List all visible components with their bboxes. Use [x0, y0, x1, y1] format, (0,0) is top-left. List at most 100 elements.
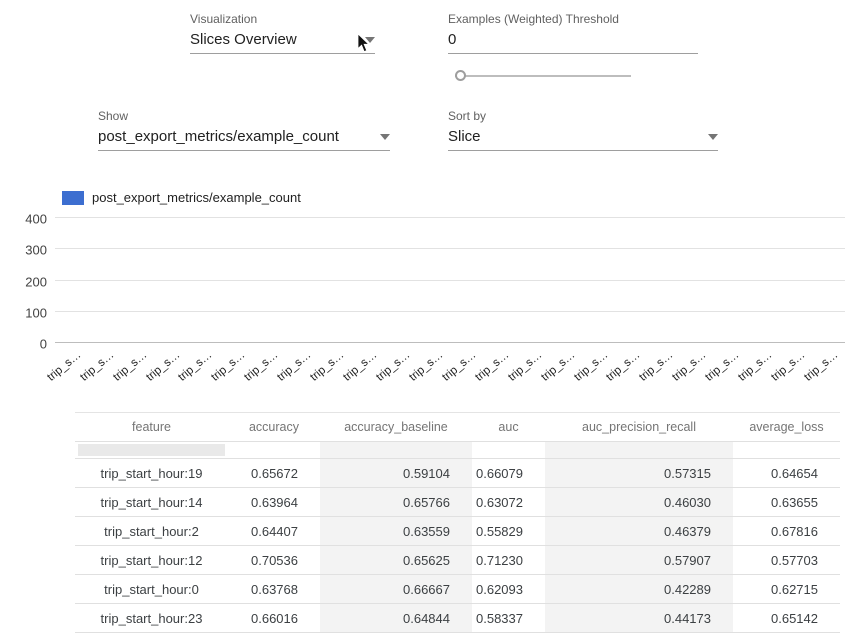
metric-cell: 0.57703	[733, 546, 840, 575]
metric-cell: 0.64407	[228, 517, 320, 546]
metric-cell: 0.42289	[545, 575, 733, 604]
show-field: Show post_export_metrics/example_count	[98, 109, 390, 151]
chevron-down-icon	[380, 134, 390, 140]
feature-cell: trip_start_hour:2	[75, 517, 228, 546]
table-row: trip_start_hour:120.705360.656250.712300…	[75, 546, 840, 575]
metric-cell: 0.62093	[472, 575, 545, 604]
xlabel-slot: trip_s…	[615, 343, 648, 389]
legend-swatch-icon	[62, 191, 84, 205]
column-header[interactable]: auc	[472, 413, 545, 442]
sortby-label: Sort by	[448, 109, 718, 123]
metric-cell: 0.66016	[228, 604, 320, 633]
chart-legend: post_export_metrics/example_count	[62, 190, 301, 205]
feature-cell: trip_start_hour:23	[75, 604, 228, 633]
sortby-value: Slice	[448, 128, 481, 145]
slider-track	[455, 75, 631, 77]
table-row: trip_start_hour:140.639640.657660.630720…	[75, 488, 840, 517]
xlabel-slot: trip_s…	[812, 343, 845, 389]
table-row: trip_start_hour:00.637680.666670.620930.…	[75, 575, 840, 604]
feature-cell: trip_start_hour:12	[75, 546, 228, 575]
show-value: post_export_metrics/example_count	[98, 128, 339, 145]
visualization-value: Slices Overview	[190, 31, 297, 48]
filter-cell	[75, 442, 228, 459]
xlabel-slot: trip_s…	[88, 343, 121, 389]
filter-cell	[320, 442, 472, 459]
metric-cell: 0.44173	[545, 604, 733, 633]
gridline	[55, 311, 845, 312]
gridline	[55, 217, 845, 218]
threshold-slider[interactable]	[455, 69, 631, 83]
filter-cell	[472, 442, 545, 459]
metrics-table: featureaccuracyaccuracy_baselineaucauc_p…	[75, 412, 840, 633]
gridline	[55, 280, 845, 281]
metric-cell: 0.58337	[472, 604, 545, 633]
visualization-label: Visualization	[190, 12, 375, 26]
column-header[interactable]: feature	[75, 413, 228, 442]
y-axis-tick: 100	[5, 305, 47, 320]
slider-thumb-icon[interactable]	[455, 70, 466, 81]
sortby-field: Sort by Slice	[448, 109, 718, 151]
mouse-cursor-icon	[357, 34, 371, 58]
gridline	[55, 342, 845, 343]
xlabel-slot: trip_s…	[746, 343, 779, 389]
feature-cell: trip_start_hour:0	[75, 575, 228, 604]
metric-cell: 0.70536	[228, 546, 320, 575]
xlabel-slot: trip_s…	[285, 343, 318, 389]
visualization-field: Visualization Slices Overview	[190, 12, 375, 54]
xlabel-slot: trip_s…	[187, 343, 220, 389]
metric-cell: 0.63655	[733, 488, 840, 517]
metric-cell: 0.66667	[320, 575, 472, 604]
table-header-row: featureaccuracyaccuracy_baselineaucauc_p…	[75, 413, 840, 442]
metric-cell: 0.46030	[545, 488, 733, 517]
table-row: trip_start_hour:20.644070.635590.558290.…	[75, 517, 840, 546]
feature-cell: trip_start_hour:19	[75, 459, 228, 488]
xlabel-slot: trip_s…	[450, 343, 483, 389]
feature-cell: trip_start_hour:14	[75, 488, 228, 517]
table-row: trip_start_hour:230.660160.648440.583370…	[75, 604, 840, 633]
y-axis-tick: 300	[5, 243, 47, 258]
column-header[interactable]: accuracy_baseline	[320, 413, 472, 442]
show-label: Show	[98, 109, 390, 123]
chart-bars	[55, 218, 845, 343]
xlabel-slot: trip_s…	[351, 343, 384, 389]
metric-cell: 0.63768	[228, 575, 320, 604]
threshold-field: Examples (Weighted) Threshold 0	[448, 12, 698, 54]
metric-cell: 0.66079	[472, 459, 545, 488]
xlabel-slot: trip_s…	[253, 343, 286, 389]
filter-cell	[733, 442, 840, 459]
xlabel-slot: trip_s…	[713, 343, 746, 389]
metric-cell: 0.63072	[472, 488, 545, 517]
chevron-down-icon	[708, 134, 718, 140]
sortby-select[interactable]: Slice	[448, 128, 718, 151]
x-axis-label: trip_s…	[45, 349, 83, 384]
metric-cell: 0.65142	[733, 604, 840, 633]
metric-cell: 0.57907	[545, 546, 733, 575]
xlabel-slot: trip_s…	[549, 343, 582, 389]
column-header[interactable]: accuracy	[228, 413, 320, 442]
xlabel-slot: trip_s…	[648, 343, 681, 389]
show-select[interactable]: post_export_metrics/example_count	[98, 128, 390, 151]
metric-cell: 0.64844	[320, 604, 472, 633]
metric-cell: 0.67816	[733, 517, 840, 546]
metric-cell: 0.46379	[545, 517, 733, 546]
column-header[interactable]: auc_precision_recall	[545, 413, 733, 442]
table-row: trip_start_hour:190.656720.591040.660790…	[75, 459, 840, 488]
metric-cell: 0.59104	[320, 459, 472, 488]
metric-cell: 0.64654	[733, 459, 840, 488]
xlabel-slot: trip_s…	[417, 343, 450, 389]
metric-cell: 0.65766	[320, 488, 472, 517]
metric-cell: 0.63559	[320, 517, 472, 546]
xlabel-slot: trip_s…	[55, 343, 88, 389]
xlabel-slot: trip_s…	[318, 343, 351, 389]
xlabel-slot: trip_s…	[681, 343, 714, 389]
visualization-select[interactable]: Slices Overview	[190, 31, 375, 54]
filter-input[interactable]	[78, 444, 224, 456]
metric-cell: 0.71230	[472, 546, 545, 575]
column-header[interactable]: average_loss	[733, 413, 840, 442]
xlabel-slot: trip_s…	[779, 343, 812, 389]
filter-cell	[545, 442, 733, 459]
threshold-input[interactable]: 0	[448, 31, 698, 54]
threshold-value: 0	[448, 31, 456, 48]
y-axis-tick: 0	[5, 337, 47, 352]
threshold-label: Examples (Weighted) Threshold	[448, 12, 698, 26]
